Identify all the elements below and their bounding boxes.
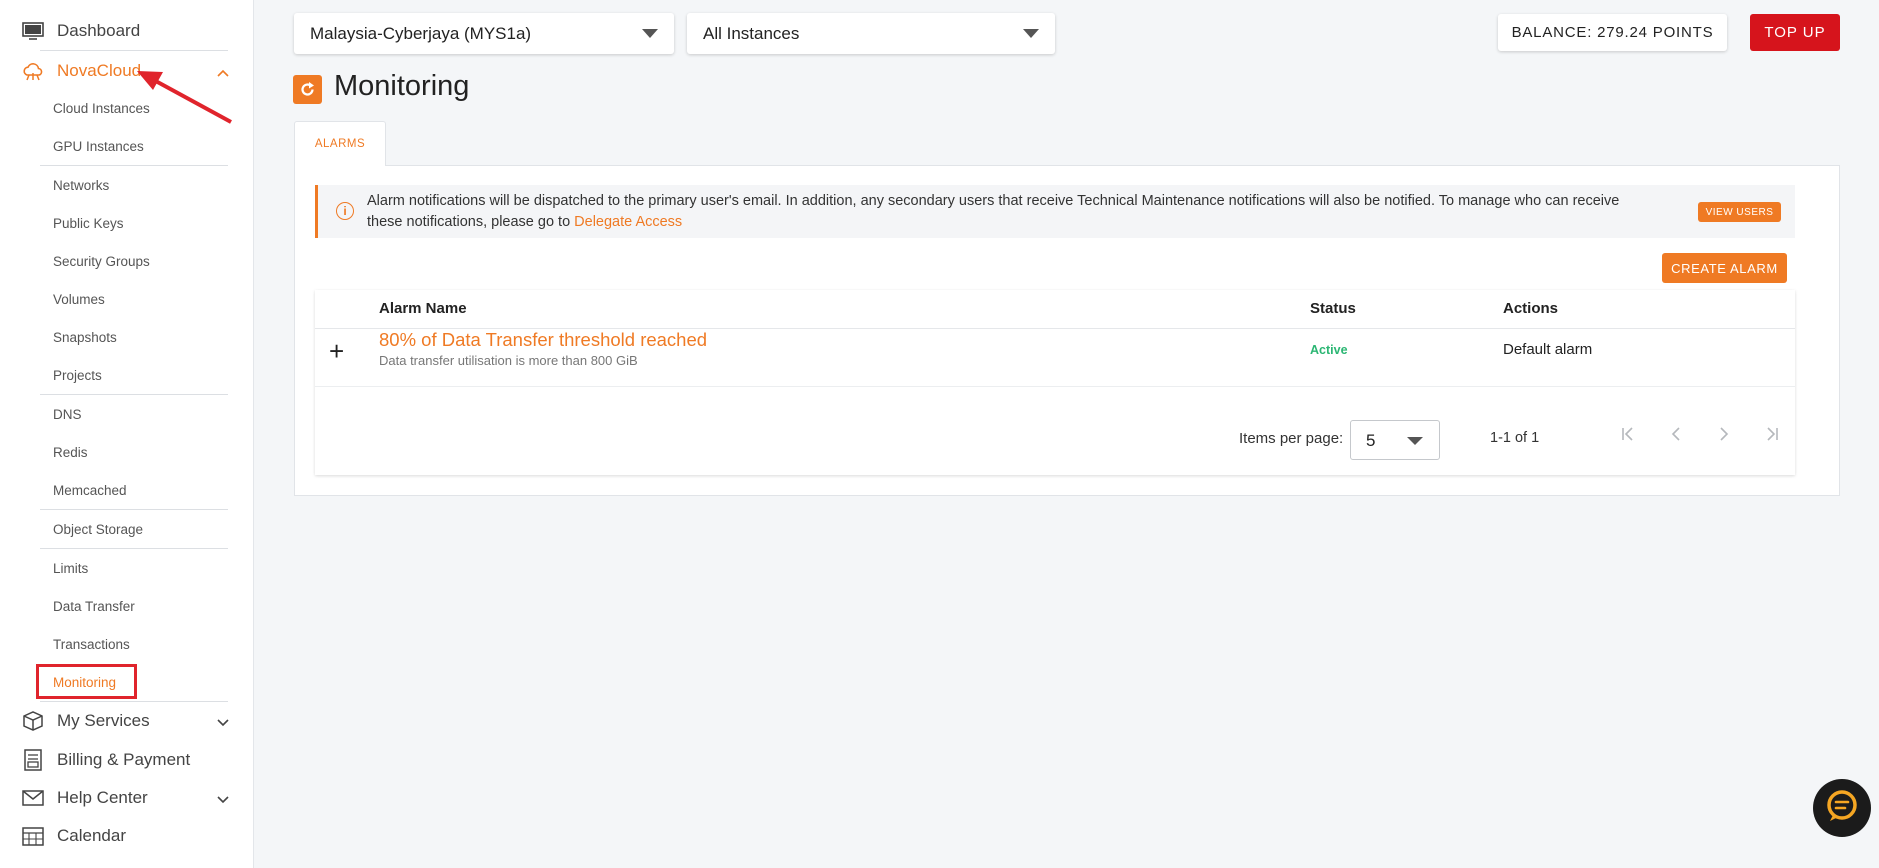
- sidebar-item-label: Dashboard: [57, 21, 141, 40]
- tab-alarms[interactable]: ALARMS: [294, 121, 386, 166]
- chevron-up-icon[interactable]: [216, 66, 230, 80]
- delegate-access-link[interactable]: Delegate Access: [574, 214, 682, 230]
- region-select-value: Malaysia-Cyberjaya (MYS1a): [310, 23, 532, 43]
- items-per-page-select[interactable]: 5: [1350, 420, 1440, 460]
- divider: [40, 50, 228, 51]
- expand-row-icon[interactable]: +: [329, 338, 344, 364]
- sidebar-item-label: Billing & Payment: [57, 750, 191, 769]
- column-header-actions: Actions: [1503, 300, 1559, 317]
- sidebar: Dashboard NovaCloud Cloud Instances GPU …: [0, 0, 254, 868]
- items-per-page-label: Items per page:: [1239, 430, 1344, 447]
- first-page-icon[interactable]: [1617, 423, 1639, 445]
- sidebar-subitem-data-transfer[interactable]: Data Transfer: [53, 598, 135, 616]
- sidebar-subitem-limits[interactable]: Limits: [53, 560, 88, 578]
- sidebar-item-label: NovaCloud: [57, 61, 142, 80]
- annotation-highlight-box: [36, 664, 137, 699]
- instances-select[interactable]: All Instances: [687, 13, 1055, 54]
- info-alert: i Alarm notifications will be dispatched…: [315, 185, 1795, 238]
- sidebar-item-label: Help Center: [57, 788, 148, 807]
- chevron-down-icon[interactable]: [216, 793, 230, 807]
- alarm-name-link[interactable]: 80% of Data Transfer threshold reached: [379, 329, 707, 351]
- alarm-description: Data transfer utilisation is more than 8…: [379, 353, 638, 368]
- sidebar-subitem-transactions[interactable]: Transactions: [53, 636, 130, 654]
- next-page-icon[interactable]: [1713, 423, 1735, 445]
- sidebar-subitem-gpu-instances[interactable]: GPU Instances: [53, 138, 144, 156]
- caret-down-icon: [1023, 29, 1039, 38]
- instances-select-value: All Instances: [703, 23, 800, 43]
- sidebar-item-dashboard[interactable]: Dashboard: [0, 12, 254, 50]
- sidebar-subitem-dns[interactable]: DNS: [53, 406, 82, 424]
- sidebar-subitem-security-groups[interactable]: Security Groups: [53, 253, 150, 271]
- pagination-range: 1-1 of 1: [1490, 430, 1540, 446]
- alarms-table: Alarm Name Status Actions + 80% of Data …: [315, 290, 1795, 475]
- monitor-icon: [22, 20, 44, 42]
- view-users-button[interactable]: VIEW USERS: [1698, 202, 1781, 222]
- balance-badge: BALANCE: 279.24 POINTS: [1498, 14, 1727, 51]
- sidebar-item-billing[interactable]: Billing & Payment: [0, 741, 254, 779]
- sidebar-subitem-cloud-instances[interactable]: Cloud Instances: [53, 100, 150, 118]
- sidebar-subitem-public-keys[interactable]: Public Keys: [53, 215, 124, 233]
- chat-icon: [1824, 788, 1860, 829]
- previous-page-icon[interactable]: [1665, 423, 1687, 445]
- calendar-icon: [22, 825, 44, 847]
- sidebar-subitem-redis[interactable]: Redis: [53, 444, 88, 462]
- chat-widget-button[interactable]: [1813, 779, 1871, 837]
- sidebar-subitem-object-storage[interactable]: Object Storage: [53, 521, 143, 539]
- top-up-button[interactable]: TOP UP: [1750, 14, 1840, 51]
- sidebar-subitem-snapshots[interactable]: Snapshots: [53, 329, 117, 347]
- sidebar-subitem-projects[interactable]: Projects: [53, 367, 102, 385]
- cloud-icon: [22, 60, 44, 82]
- sidebar-item-my-services[interactable]: My Services: [0, 702, 254, 740]
- caret-down-icon: [642, 29, 658, 38]
- items-per-page-value: 5: [1366, 431, 1376, 450]
- refresh-icon[interactable]: [293, 75, 322, 104]
- box-icon: [22, 710, 44, 732]
- chevron-down-icon[interactable]: [216, 716, 230, 730]
- mail-icon: [22, 787, 44, 809]
- sidebar-item-calendar[interactable]: Calendar: [0, 817, 254, 855]
- sidebar-item-novacloud[interactable]: NovaCloud: [0, 52, 254, 90]
- info-icon: i: [336, 202, 354, 220]
- receipt-icon: [22, 749, 44, 771]
- region-select[interactable]: Malaysia-Cyberjaya (MYS1a): [294, 13, 674, 54]
- create-alarm-button[interactable]: CREATE ALARM: [1662, 253, 1787, 283]
- sidebar-subitem-networks[interactable]: Networks: [53, 177, 109, 195]
- alert-text: Alarm notifications will be dispatched t…: [367, 193, 1620, 230]
- sidebar-item-label: Calendar: [57, 826, 126, 845]
- sidebar-subitem-volumes[interactable]: Volumes: [53, 291, 105, 309]
- divider: [315, 386, 1795, 387]
- divider: [40, 165, 228, 166]
- sidebar-subitem-memcached[interactable]: Memcached: [53, 482, 127, 500]
- page-title: Monitoring: [334, 70, 470, 102]
- last-page-icon[interactable]: [1761, 423, 1783, 445]
- column-header-alarm-name[interactable]: Alarm Name: [379, 300, 467, 317]
- divider: [40, 394, 228, 395]
- alarm-action: Default alarm: [1503, 341, 1593, 358]
- divider: [40, 548, 228, 549]
- divider: [40, 509, 228, 510]
- alert-message: Alarm notifications will be dispatched t…: [367, 191, 1657, 233]
- caret-down-icon: [1407, 437, 1423, 445]
- sidebar-item-help-center[interactable]: Help Center: [0, 779, 254, 817]
- sidebar-item-label: My Services: [57, 711, 150, 730]
- column-header-status[interactable]: Status: [1310, 300, 1356, 317]
- status-badge: Active: [1310, 343, 1348, 357]
